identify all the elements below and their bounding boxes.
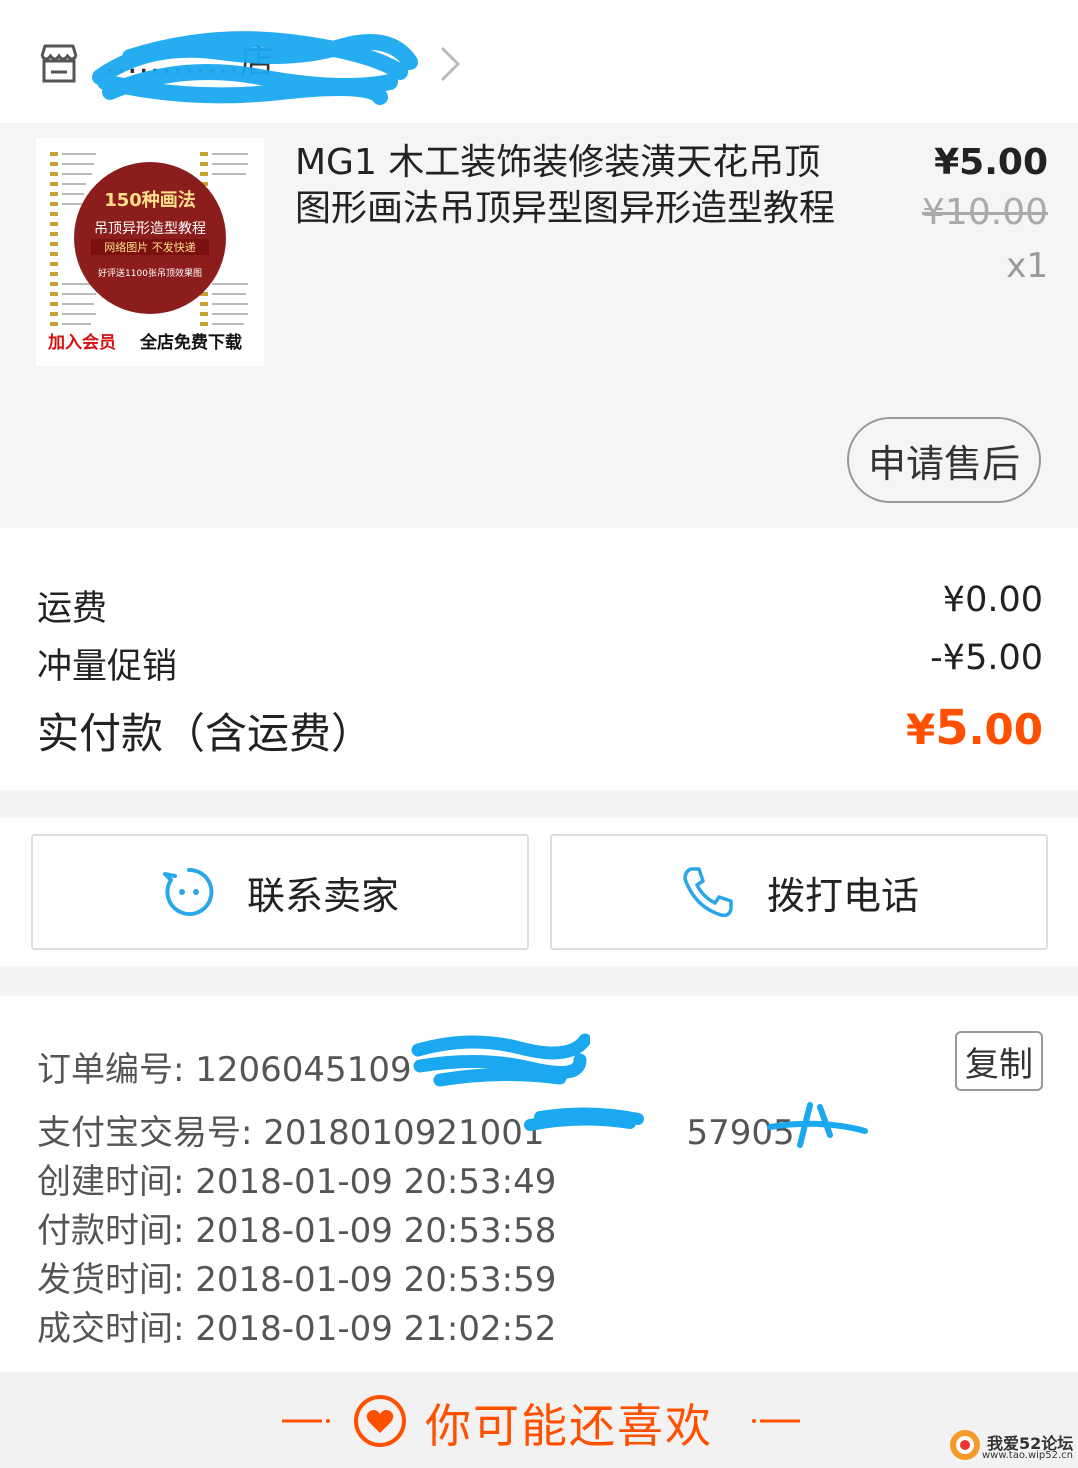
order-number-line: 订单编号: 1206045109 <box>37 1042 412 1091</box>
paid-int: 5 <box>935 700 969 756</box>
phone-icon <box>683 867 733 918</box>
order-number-label: 订单编号: <box>37 1050 196 1090</box>
recommend-title: 你可能还喜欢 <box>425 1399 713 1453</box>
store-icon <box>40 44 78 83</box>
thumb-line3: 好评送1100张吊顶效果图 <box>98 269 202 279</box>
product-quantity: x1 <box>1006 246 1048 286</box>
completed-time: 成交时间: 2018-01-09 21:02:52 <box>37 1309 557 1349</box>
alipay-number: 2018010921001 <box>263 1113 545 1153</box>
heart-icon <box>354 1395 406 1447</box>
thumb-badge: 150种画法 <box>104 190 196 211</box>
promo-value: -¥5.00 <box>930 638 1043 678</box>
redaction-scribble <box>524 1102 868 1148</box>
paid-currency: ¥ <box>905 705 936 754</box>
chat-face-icon <box>162 867 214 916</box>
apply-aftersale-button[interactable]: 申请售后 <box>847 417 1041 503</box>
redaction-scribble <box>411 1033 590 1087</box>
paid-value: ¥5.00 <box>906 700 1043 756</box>
paid-label: 实付款（含运费） <box>37 709 374 758</box>
paid-dec: .00 <box>968 705 1043 754</box>
promo-label: 冲量促销 <box>37 647 178 687</box>
thumb-line2: 网络图片 不发快递 <box>91 239 209 255</box>
product-original-price: ¥10.00 <box>922 192 1048 233</box>
alipay-label: 支付宝交易号: <box>37 1113 264 1153</box>
divider-right <box>752 1419 800 1423</box>
shipping-label: 运费 <box>37 589 108 629</box>
watermark-logo <box>950 1430 980 1460</box>
thumb-footer-left: 加入会员 <box>48 333 116 353</box>
paid-time: 付款时间: 2018-01-09 20:53:58 <box>37 1211 557 1251</box>
call-phone-button[interactable]: 拨打电话 <box>550 834 1048 950</box>
product-price: ¥5.00 <box>934 142 1048 183</box>
created-time: 创建时间: 2018-01-09 20:53:49 <box>37 1162 557 1202</box>
watermark-url: www.tao.wip52.cn <box>982 1450 1074 1461</box>
call-phone-label: 拨打电话 <box>766 873 919 918</box>
contact-seller-button[interactable]: 联系卖家 <box>31 834 529 950</box>
redaction-scribble <box>92 31 418 105</box>
shipping-value: ¥0.00 <box>942 580 1043 620</box>
chevron-right-icon[interactable] <box>434 44 464 84</box>
shipped-time: 发货时间: 2018-01-09 20:53:59 <box>37 1260 557 1300</box>
divider-left <box>282 1419 330 1423</box>
order-number: 1206045109 <box>195 1050 412 1090</box>
thumb-footer-right: 全店免费下载 <box>140 333 242 353</box>
thumb-line1: 吊顶异形造型教程 <box>94 221 206 237</box>
contact-seller-label: 联系卖家 <box>246 873 399 918</box>
product-title[interactable]: MG1 木工装饰装修装潢天花吊顶图形画法吊顶异型图异形造型教程 <box>295 140 855 232</box>
product-thumbnail[interactable]: 150种画法 吊顶异形造型教程 网络图片 不发快递 好评送1100张吊顶效果图 … <box>36 138 264 366</box>
copy-button[interactable]: 复制 <box>955 1031 1043 1091</box>
